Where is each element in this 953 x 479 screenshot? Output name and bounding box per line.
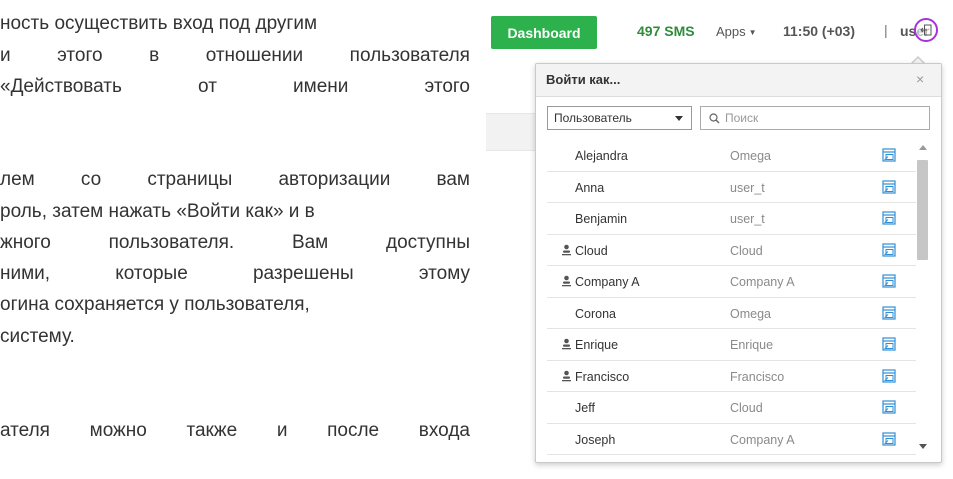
scrollbar[interactable] (916, 140, 929, 455)
scroll-down-icon[interactable] (919, 444, 927, 449)
popup-header: Войти как... × (536, 64, 941, 97)
user-row[interactable]: Alejandra Omega (547, 140, 916, 172)
user-company: Omega (730, 306, 771, 321)
close-icon[interactable]: × (916, 71, 924, 87)
user-company: user_t (730, 212, 765, 226)
doc-line: ателя можно также и после входа (0, 420, 470, 441)
user-row[interactable]: Cloud Cloud (547, 235, 916, 266)
login-as-icon[interactable] (882, 179, 896, 194)
login-as-icon[interactable] (882, 242, 896, 257)
person-icon (562, 338, 571, 350)
user-list: Alejandra Omega Anna user_t Benjamin user_t Cl… (547, 140, 916, 455)
user-company: Omega (730, 149, 771, 163)
doc-line: систему. (0, 326, 75, 347)
scroll-up-icon[interactable] (919, 145, 927, 150)
user-name: Jeff (575, 401, 595, 415)
user-row[interactable]: Company A Company A (547, 266, 916, 298)
user-name: Alejandra (575, 149, 628, 163)
search-input[interactable]: Поиск (700, 106, 930, 130)
caret-down-icon: ▼ (748, 28, 757, 38)
user-name: Francisco (575, 369, 630, 384)
user-name: Anna (575, 180, 605, 195)
user-row[interactable]: Francisco Francisco (547, 361, 916, 392)
scrollbar-thumb[interactable] (917, 160, 928, 260)
doc-line: ними, которые разрешены этому (0, 263, 470, 284)
user-company: Company A (730, 275, 795, 289)
login-as-icon[interactable] (882, 274, 896, 288)
login-as-icon[interactable] (882, 211, 896, 225)
user-row[interactable]: Benjamin user_t (547, 203, 916, 235)
user-row[interactable]: Enrique Enrique (547, 329, 916, 361)
background-bar (486, 113, 536, 151)
logout-icon (920, 24, 932, 36)
login-as-popup: Войти как... × Пользователь Поиск Alejan… (535, 63, 942, 463)
login-as-icon[interactable] (882, 368, 896, 383)
user-row[interactable]: Corona Omega (547, 298, 916, 329)
doc-line: и этого в отношении пользователя (0, 45, 470, 66)
user-company: Cloud (730, 401, 763, 415)
search-icon (709, 112, 720, 123)
user-type-select-value: Пользователь (554, 111, 632, 125)
login-as-icon[interactable] (882, 337, 896, 351)
separator: | (884, 22, 888, 38)
user-company: Company A (730, 432, 795, 447)
popup-title: Войти как... (546, 72, 621, 87)
user-company: user_t (730, 180, 765, 195)
login-as-icon[interactable] (882, 305, 896, 320)
doc-line: огина сохраняется у пользователя, (0, 294, 310, 315)
user-name: Joseph (575, 432, 616, 447)
sms-counter[interactable]: 497 SMS (637, 23, 695, 39)
person-icon (562, 370, 571, 381)
doc-line: ность осуществить вход под другим (0, 13, 318, 34)
doc-line: роль, затем нажать «Войти как» и в (0, 201, 315, 222)
person-icon (562, 275, 571, 287)
user-name: Cloud (575, 243, 608, 258)
user-type-select[interactable]: Пользователь (547, 106, 692, 130)
user-name: Corona (575, 306, 616, 321)
user-name: Benjamin (575, 212, 628, 226)
doc-line: лем со страницы авторизации вам (0, 169, 470, 190)
user-company: Francisco (730, 369, 785, 384)
user-row[interactable]: Anna user_t (547, 172, 916, 203)
search-placeholder: Поиск (725, 111, 759, 125)
user-row[interactable]: Joseph Company A (547, 424, 916, 455)
login-as-icon[interactable] (882, 400, 896, 414)
user-company: Enrique (730, 338, 774, 352)
person-icon (562, 244, 571, 255)
chevron-down-icon (675, 116, 683, 121)
login-as-icon[interactable] (882, 431, 896, 446)
dashboard-button[interactable]: Dashboard (491, 16, 597, 49)
apps-label: Apps (716, 24, 746, 39)
doc-line: жного пользователя. Вам доступны (0, 232, 470, 253)
logout-button[interactable] (914, 18, 938, 42)
apps-menu[interactable]: Apps ▼ (716, 24, 757, 39)
user-company: Cloud (730, 243, 763, 258)
user-row[interactable]: Jeff Cloud (547, 392, 916, 424)
doc-line: «Действовать от имени этого (0, 76, 470, 97)
login-as-icon[interactable] (882, 148, 896, 162)
clock-time: 11:50 (+03) (783, 23, 855, 39)
user-name: Enrique (575, 338, 619, 352)
user-name: Company A (575, 275, 640, 289)
